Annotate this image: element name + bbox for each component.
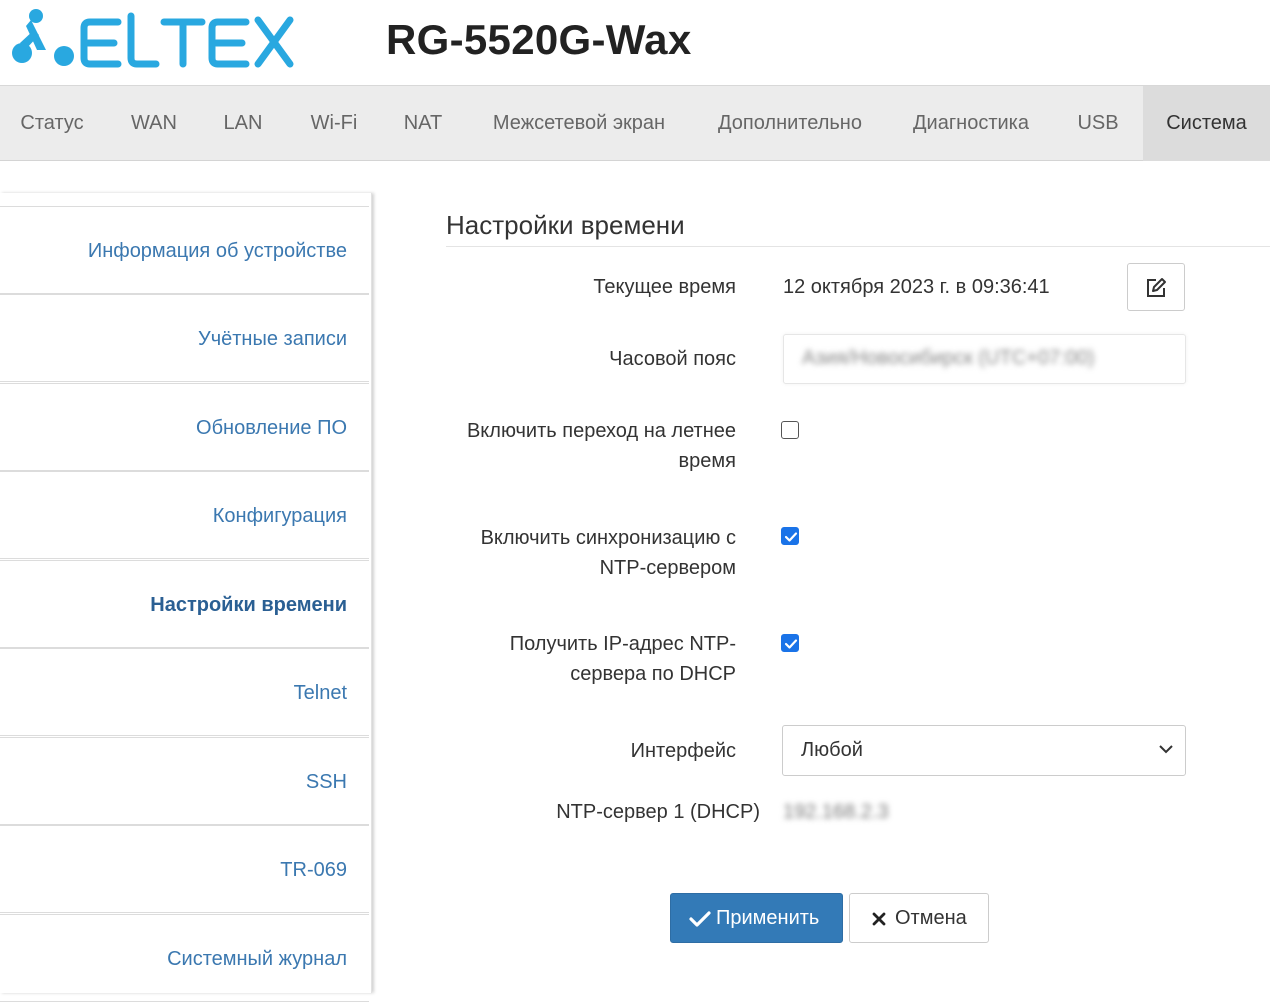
tab-wifi[interactable]: Wi-Fi [288,86,380,161]
top-nav: Статус WAN LAN Wi-Fi NAT Межсетевой экра… [0,85,1270,161]
tab-advanced[interactable]: Дополнительно [692,86,888,161]
header: RG-5520G-Wax [0,0,1270,85]
dst-label: Включить переход на летнее время [466,420,736,472]
dst-checkbox[interactable] [781,421,799,439]
current-time-value: 12 октября 2023 г. в 09:36:41 [783,276,1050,298]
tab-system[interactable]: Система [1143,86,1270,161]
tab-wan[interactable]: WAN [108,86,200,161]
apply-button[interactable]: Применить [670,893,843,943]
eltex-logo[interactable] [6,8,296,72]
timezone-field[interactable]: Азия/Новосибирск (UTC+07:00) [783,334,1186,384]
ntp-dhcp-checkbox[interactable] [781,634,799,652]
sidebar-item-accounts[interactable]: Учётные записи [0,294,369,382]
checkmark-icon [784,532,798,542]
sidebar-item-telnet[interactable]: Telnet [0,648,369,736]
interface-selected-value: Любой [801,739,863,761]
tab-firewall[interactable]: Межсетевой экран [468,86,690,161]
section-divider [446,246,1270,247]
checkmark-icon [784,639,798,649]
cancel-button[interactable]: Отмена [849,893,989,943]
tab-usb[interactable]: USB [1054,86,1142,161]
tab-nat[interactable]: NAT [380,86,466,161]
ntp-server-value: 192.168.2.3 [783,801,889,823]
tab-diagnostics[interactable]: Диагностика [888,86,1054,161]
sidebar: Информация об устройстве Учётные записи … [0,193,372,1002]
chevron-down-icon [1159,745,1173,754]
edit-icon [1147,278,1166,297]
sidebar-item-tr069[interactable]: TR-069 [0,825,369,913]
apply-button-label: Применить [716,907,820,929]
timezone-value: Азия/Новосибирск (UTC+07:00) [802,347,1095,369]
eltex-logo-icon [12,9,294,68]
cancel-button-label: Отмена [895,907,967,929]
check-icon [689,911,711,927]
tab-lan[interactable]: LAN [200,86,286,161]
interface-label: Интерфейс [630,740,736,762]
section-title: Настройки времени [446,210,685,240]
ntp-dhcp-label: Получить IP-адрес NTP-сервера по DHCP [509,633,736,685]
current-time-label: Текущее время [593,276,736,298]
device-model-title: RG-5520G-Wax [386,16,692,63]
sidebar-item-ssh[interactable]: SSH [0,737,369,825]
edit-time-button[interactable] [1127,263,1185,311]
sidebar-item-device-info[interactable]: Информация об устройстве [0,206,369,294]
sidebar-item-configuration[interactable]: Конфигурация [0,471,369,559]
close-icon [872,912,886,926]
ntp-server-label: NTP-сервер 1 (DHCP) [556,801,760,823]
tab-status[interactable]: Статус [0,86,104,161]
ntp-sync-label: Включить синхронизацию с NTP-сервером [480,527,736,579]
sidebar-item-time-settings[interactable]: Настройки времени [0,560,369,648]
ntp-sync-checkbox[interactable] [781,527,799,545]
sidebar-item-firmware-update[interactable]: Обновление ПО [0,383,369,471]
timezone-label: Часовой пояс [609,348,736,370]
interface-select[interactable]: Любой [782,725,1186,776]
sidebar-item-syslog[interactable]: Системный журнал [0,914,369,1002]
